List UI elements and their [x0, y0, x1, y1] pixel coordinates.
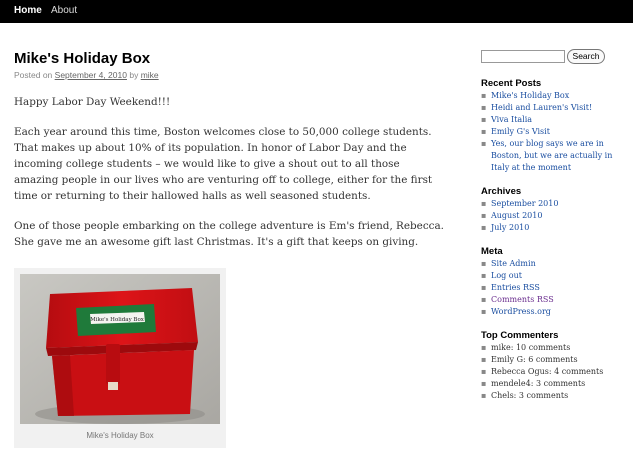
commenter-item: Emily G: 6 comments — [481, 354, 631, 366]
archive-link[interactable]: September 2010 — [491, 199, 558, 208]
commenter-item: mendele4: 3 comments — [481, 378, 631, 390]
holiday-box-photo[interactable]: Mike's Holiday Box — [20, 274, 220, 424]
archives-heading: Archives — [481, 186, 522, 197]
meta-list: Site Admin Log out Entries RSS Comments … — [481, 258, 631, 318]
box-label-text: Mike's Holiday Box — [90, 317, 145, 323]
top-commenters-list: mike: 10 comments Emily G: 6 comments Re… — [481, 342, 631, 402]
recent-post-item: Heidi and Lauren's Visit! — [481, 102, 631, 114]
archives-list: September 2010 August 2010 July 2010 — [481, 198, 631, 234]
search-button[interactable]: Search — [567, 49, 605, 64]
meta-item: Log out — [481, 270, 631, 282]
recent-post-item: Yes, our blog says we are in Boston, but… — [481, 138, 631, 174]
post-paragraph-2: Each year around this time, Boston welco… — [14, 126, 433, 202]
archive-link[interactable]: August 2010 — [491, 211, 542, 220]
meta-heading: Meta — [481, 246, 503, 257]
log-out-link[interactable]: Log out — [491, 271, 522, 280]
commenter-item: Rebecca Ogus: 4 comments — [481, 366, 631, 378]
meta-item: Entries RSS — [481, 282, 631, 294]
recent-posts-heading: Recent Posts — [481, 78, 542, 89]
recent-post-link[interactable]: Yes, our blog says we are in Boston, but… — [491, 139, 612, 172]
figure-caption: Mike's Holiday Box — [86, 431, 154, 440]
recent-post-link[interactable]: Viva Italia — [491, 115, 532, 124]
recent-post-item: Emily G's Visit — [481, 126, 631, 138]
meta-item: Site Admin — [481, 258, 631, 270]
recent-posts-list: Mike's Holiday Box Heidi and Lauren's Vi… — [481, 90, 631, 174]
posted-on-label: Posted on — [14, 70, 53, 80]
post-article: Mike's Holiday Box Posted on September 4… — [14, 50, 454, 448]
top-navigation-bar: Home About — [0, 0, 633, 23]
post-paragraph-3: One of those people embarking on the col… — [14, 220, 444, 248]
comments-rss-link[interactable]: Comments RSS — [491, 295, 554, 304]
post-paragraph-1: Happy Labor Day Weekend!!! — [14, 96, 171, 108]
recent-post-item: Viva Italia — [481, 114, 631, 126]
site-admin-link[interactable]: Site Admin — [491, 259, 536, 268]
archive-item: September 2010 — [481, 198, 631, 210]
archive-item: July 2010 — [481, 222, 631, 234]
post-meta: Posted on September 4, 2010 by mike — [14, 70, 454, 80]
post-author-link[interactable]: mike — [141, 70, 159, 80]
commenter-item: Chels: 3 comments — [481, 390, 631, 402]
post-date-link[interactable]: September 4, 2010 — [55, 70, 127, 80]
search-input[interactable] — [481, 50, 565, 63]
nav-about-link[interactable]: About — [51, 5, 77, 16]
meta-item: WordPress.org — [481, 306, 631, 318]
archive-item: August 2010 — [481, 210, 631, 222]
holiday-box-illustration: Mike's Holiday Box — [20, 274, 220, 424]
wordpress-org-link[interactable]: WordPress.org — [491, 307, 551, 316]
recent-post-link[interactable]: Heidi and Lauren's Visit! — [491, 103, 592, 112]
nav-home-link[interactable]: Home — [14, 5, 42, 16]
recent-post-link[interactable]: Emily G's Visit — [491, 127, 550, 136]
post-title[interactable]: Mike's Holiday Box — [14, 50, 454, 67]
by-label: by — [129, 70, 139, 80]
recent-post-item: Mike's Holiday Box — [481, 90, 631, 102]
top-commenters-heading: Top Commenters — [481, 330, 559, 341]
post-figure: Mike's Holiday Box Mike's Holiday Box — [14, 268, 226, 448]
recent-post-link[interactable]: Mike's Holiday Box — [491, 91, 569, 100]
entries-rss-link[interactable]: Entries RSS — [491, 283, 540, 292]
meta-item: Comments RSS — [481, 294, 631, 306]
archive-link[interactable]: July 2010 — [491, 223, 529, 232]
commenter-item: mike: 10 comments — [481, 342, 631, 354]
